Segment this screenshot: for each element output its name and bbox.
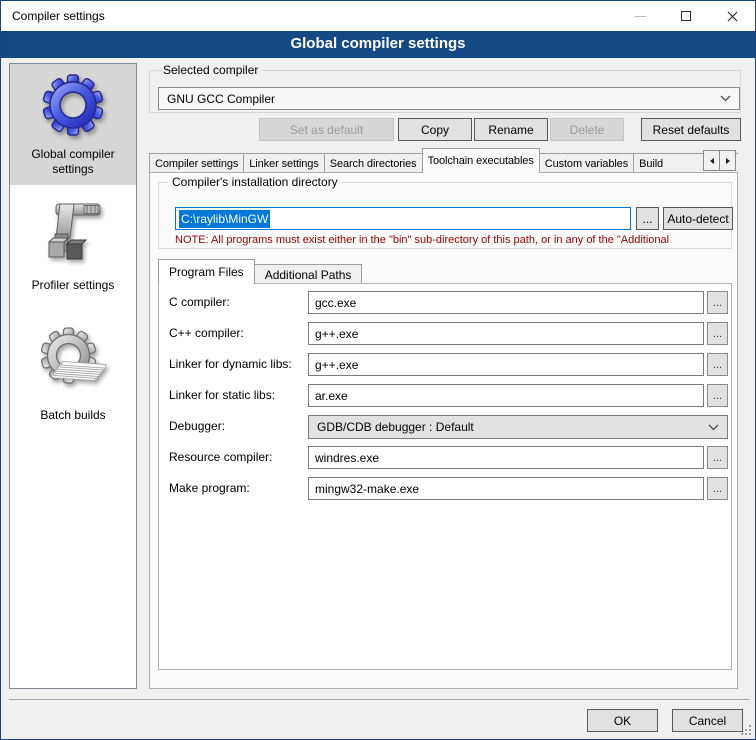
form-row: Resource compiler: ... bbox=[159, 446, 731, 469]
cancel-button[interactable]: Cancel bbox=[672, 709, 743, 732]
cpp-compiler-label: C++ compiler: bbox=[169, 322, 244, 345]
set-as-default-button: Set as default bbox=[259, 118, 394, 141]
gray-gear-stack-icon bbox=[37, 326, 109, 402]
reset-defaults-button[interactable]: Reset defaults bbox=[641, 118, 741, 141]
install-dir-selected-text: C:\raylib\MinGW bbox=[179, 210, 270, 228]
caption-buttons bbox=[617, 1, 755, 31]
triangle-left-icon bbox=[710, 158, 714, 164]
tab-program-files[interactable]: Program Files bbox=[158, 259, 255, 284]
minimize-icon bbox=[635, 16, 646, 17]
tab-scroll-buttons bbox=[704, 150, 736, 171]
note-text: NOTE: All programs must exist either in … bbox=[175, 234, 727, 246]
sidebar-item-batch-builds[interactable]: Batch builds bbox=[10, 317, 136, 431]
tab-toolchain-executables[interactable]: Toolchain executables bbox=[422, 148, 540, 173]
caliper-icon bbox=[40, 198, 106, 272]
sidebar-item-label: Global compiler settings bbox=[12, 147, 134, 177]
install-dir-input[interactable]: C:\raylib\MinGW bbox=[175, 207, 631, 230]
minimize-button[interactable] bbox=[617, 1, 663, 31]
dynamic-linker-input[interactable] bbox=[308, 353, 704, 376]
browse-static-linker-button[interactable]: ... bbox=[707, 384, 728, 407]
browse-install-dir-button[interactable]: ... bbox=[636, 207, 659, 230]
form-row: Linker for dynamic libs: ... bbox=[159, 353, 731, 376]
blue-gear-icon bbox=[41, 73, 105, 141]
close-button[interactable] bbox=[709, 1, 755, 31]
footer-divider bbox=[9, 699, 749, 700]
rename-button[interactable]: Rename bbox=[474, 118, 548, 141]
dynamic-linker-label: Linker for dynamic libs: bbox=[169, 353, 292, 376]
form-row: C compiler: ... bbox=[159, 291, 731, 314]
sidebar-item-global-compiler-settings[interactable]: Global compiler settings bbox=[10, 64, 136, 185]
debugger-select-value: GDB/CDB debugger : Default bbox=[317, 420, 474, 434]
form-row: C++ compiler: ... bbox=[159, 322, 731, 345]
resource-compiler-input[interactable] bbox=[308, 446, 704, 469]
tab-compiler-settings[interactable]: Compiler settings bbox=[149, 153, 244, 173]
make-program-input[interactable] bbox=[308, 477, 704, 500]
tab-search-directories[interactable]: Search directories bbox=[324, 153, 423, 173]
chevron-down-icon bbox=[708, 424, 719, 431]
close-icon bbox=[727, 11, 738, 22]
browse-resource-compiler-button[interactable]: ... bbox=[707, 446, 728, 469]
compiler-select[interactable]: GNU GCC Compiler bbox=[158, 87, 740, 110]
maximize-button[interactable] bbox=[663, 1, 709, 31]
form-row: Linker for static libs: ... bbox=[159, 384, 731, 407]
c-compiler-input[interactable] bbox=[308, 291, 704, 314]
installation-directory-group: Compiler's installation directory C:\ray… bbox=[158, 182, 732, 249]
tab-custom-variables[interactable]: Custom variables bbox=[539, 153, 634, 173]
compiler-tabs: Compiler settings Linker settings Search… bbox=[149, 148, 738, 173]
chevron-down-icon bbox=[720, 95, 731, 102]
triangle-right-icon bbox=[726, 158, 730, 164]
sidebar-item-label: Profiler settings bbox=[32, 278, 115, 293]
form-row: Debugger: GDB/CDB debugger : Default bbox=[159, 415, 731, 438]
form-row: Make program: ... bbox=[159, 477, 731, 500]
maximize-icon bbox=[681, 11, 691, 21]
browse-make-program-button[interactable]: ... bbox=[707, 477, 728, 500]
browse-c-compiler-button[interactable]: ... bbox=[707, 291, 728, 314]
make-program-label: Make program: bbox=[169, 477, 250, 500]
cpp-compiler-input[interactable] bbox=[308, 322, 704, 345]
sidebar-item-profiler-settings[interactable]: Profiler settings bbox=[10, 189, 136, 301]
tab-scroll-left-button[interactable] bbox=[703, 150, 720, 171]
browse-cpp-compiler-button[interactable]: ... bbox=[707, 322, 728, 345]
debugger-label: Debugger: bbox=[169, 415, 225, 438]
auto-detect-button[interactable]: Auto-detect bbox=[663, 207, 733, 230]
window-title: Compiler settings bbox=[12, 1, 105, 31]
group-label: Selected compiler bbox=[159, 63, 262, 77]
debugger-select[interactable]: GDB/CDB debugger : Default bbox=[308, 415, 728, 439]
copy-button[interactable]: Copy bbox=[398, 118, 472, 141]
page-title: Global compiler settings bbox=[1, 31, 755, 58]
program-tabs: Program Files Additional Paths bbox=[158, 259, 361, 284]
static-linker-label: Linker for static libs: bbox=[169, 384, 275, 407]
toolchain-executables-panel: Compiler's installation directory C:\ray… bbox=[149, 172, 738, 689]
settings-category-list: Global compiler settings bbox=[9, 63, 137, 689]
resize-grip[interactable] bbox=[741, 725, 752, 736]
group-label: Compiler's installation directory bbox=[168, 175, 342, 189]
tab-additional-paths[interactable]: Additional Paths bbox=[254, 264, 363, 284]
ok-button[interactable]: OK bbox=[587, 709, 658, 732]
resource-compiler-label: Resource compiler: bbox=[169, 446, 272, 469]
compiler-settings-dialog: Compiler settings Global compiler settin… bbox=[0, 0, 756, 740]
titlebar: Compiler settings bbox=[1, 1, 755, 31]
browse-dynamic-linker-button[interactable]: ... bbox=[707, 353, 728, 376]
sidebar-item-label: Batch builds bbox=[40, 408, 105, 423]
tab-scroll-right-button[interactable] bbox=[719, 150, 736, 171]
tab-linker-settings[interactable]: Linker settings bbox=[243, 153, 324, 173]
program-files-panel: C compiler: ... C++ compiler: ... Linker… bbox=[158, 283, 732, 670]
compiler-select-value: GNU GCC Compiler bbox=[167, 92, 275, 106]
delete-button: Delete bbox=[550, 118, 624, 141]
c-compiler-label: C compiler: bbox=[169, 291, 230, 314]
static-linker-input[interactable] bbox=[308, 384, 704, 407]
